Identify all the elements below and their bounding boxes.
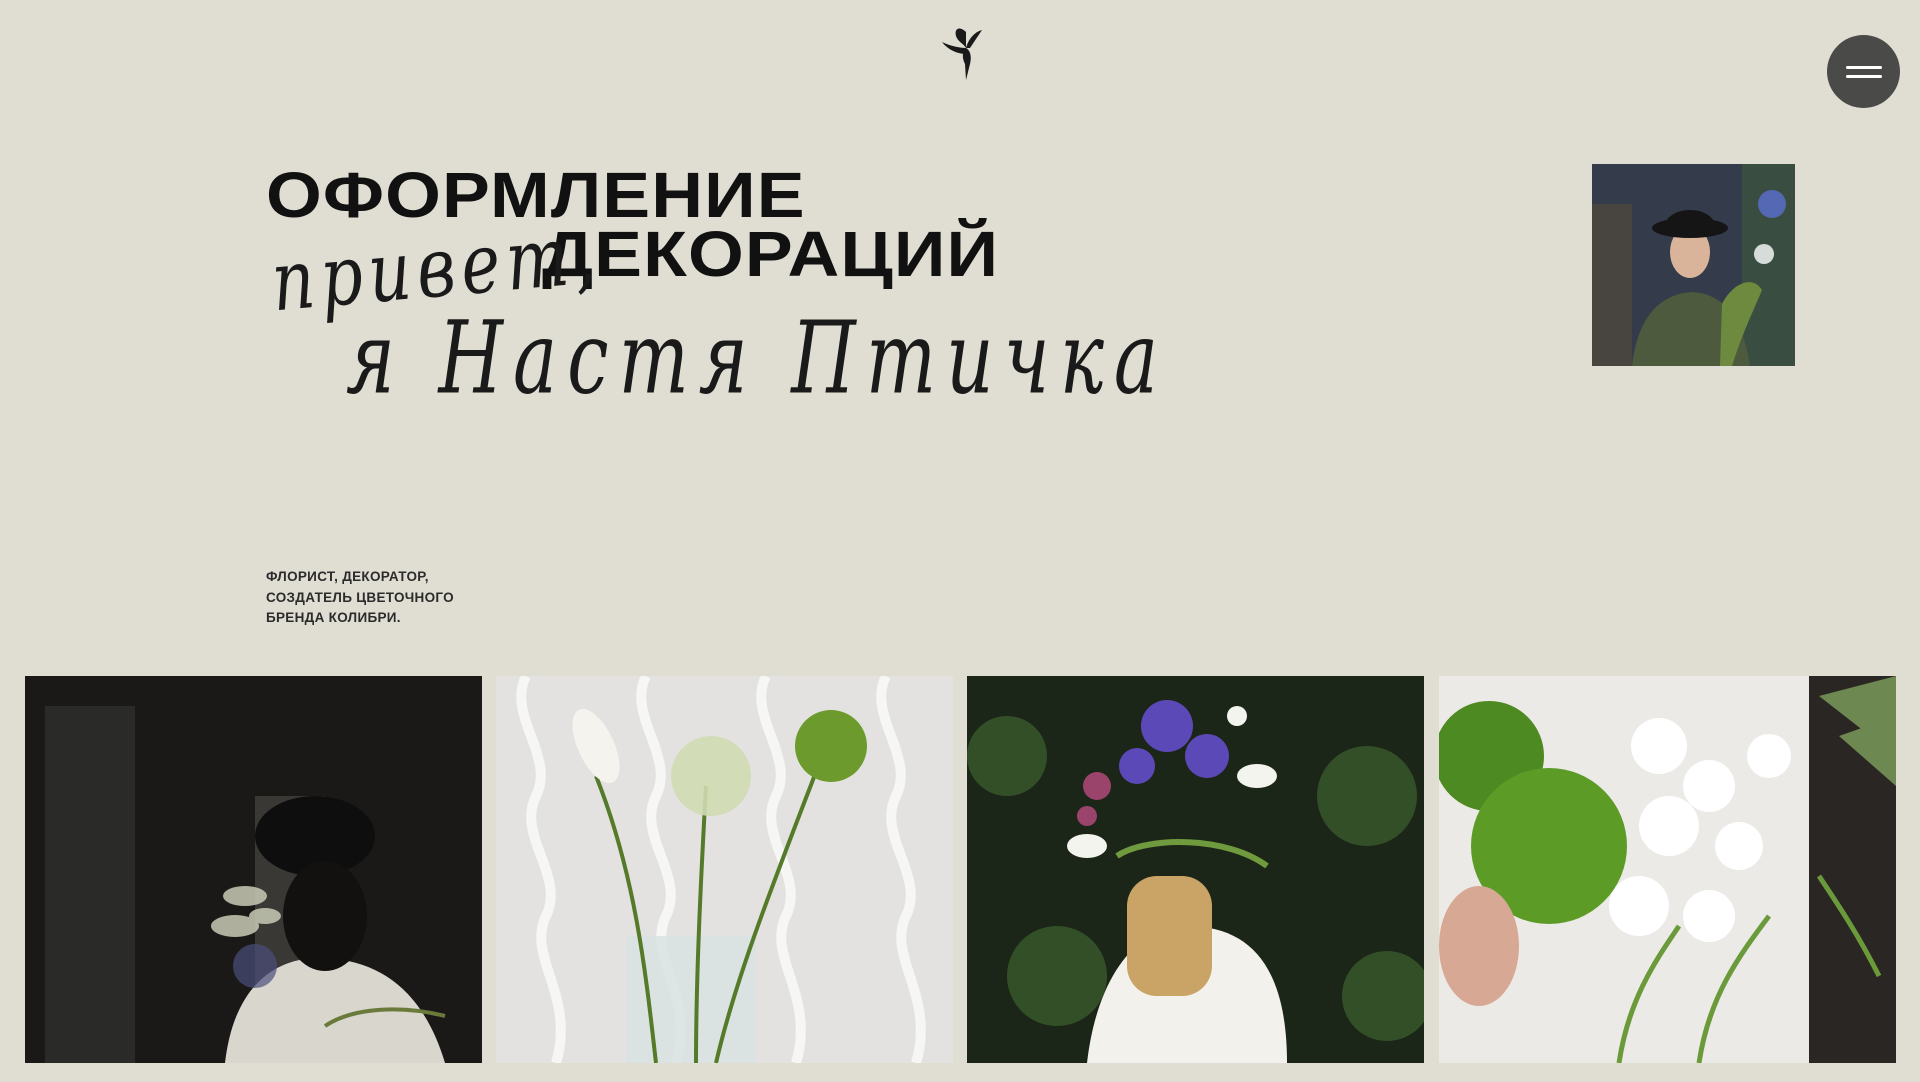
hamburger-menu-icon-bar <box>1845 74 1882 78</box>
greeting-script-line-2: я Настя Птичка <box>346 300 1169 418</box>
tagline-line: ФЛОРИСТ, ДЕКОРАТОР, <box>266 569 429 584</box>
tagline: ФЛОРИСТ, ДЕКОРАТОР, СОЗДАТЕЛЬ ЦВЕТОЧНОГО… <box>266 567 454 629</box>
gallery-photo-2[interactable] <box>496 676 953 1063</box>
gallery-photo-3[interactable] <box>967 676 1424 1063</box>
gallery-photo-4[interactable] <box>1439 676 1896 1063</box>
tagline-line: СОЗДАТЕЛЬ ЦВЕТОЧНОГО <box>266 589 454 605</box>
gallery-photo-1[interactable] <box>25 676 482 1063</box>
tagline-line: БРЕНДА КОЛИБРИ. <box>266 610 401 625</box>
headline-line-2: ДЕКОРАЦИЙ <box>542 218 1000 290</box>
hummingbird-logo-icon[interactable] <box>938 24 988 82</box>
hamburger-menu-icon <box>1845 65 1882 69</box>
florist-portrait-photo <box>1592 164 1795 366</box>
menu-button[interactable] <box>1827 35 1900 108</box>
